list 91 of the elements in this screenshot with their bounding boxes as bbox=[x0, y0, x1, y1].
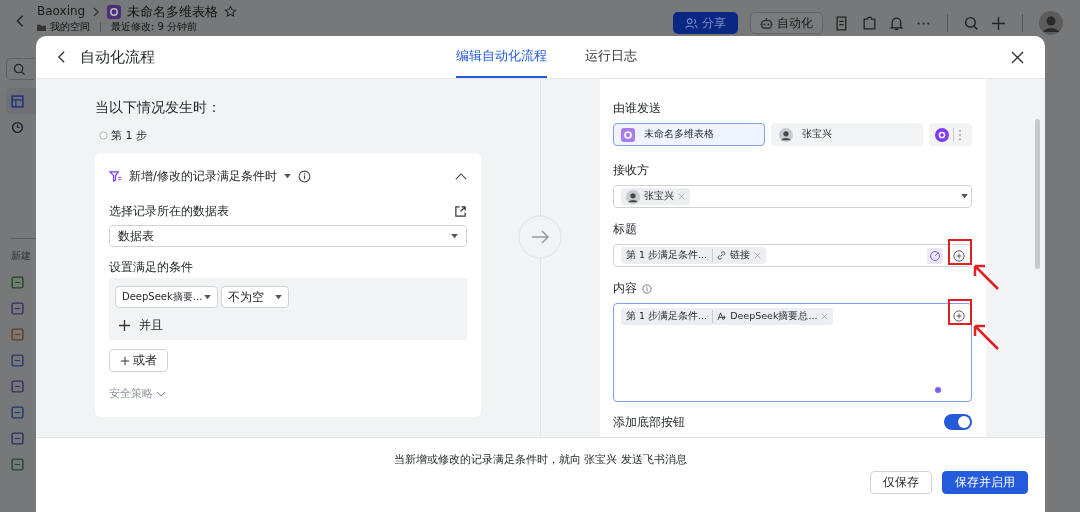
location-text: 我的空间 bbox=[50, 21, 90, 33]
back-icon[interactable] bbox=[57, 50, 66, 64]
field-label: 设置满足的条件 bbox=[109, 260, 193, 275]
recipient-tag: 张宝兴 bbox=[621, 188, 690, 205]
app-icon bbox=[621, 127, 635, 142]
template-icon[interactable] bbox=[11, 405, 24, 419]
sender-switcher[interactable] bbox=[929, 123, 972, 146]
field-label: 由谁发送 bbox=[613, 101, 661, 116]
more-icon bbox=[958, 128, 962, 141]
template-icon[interactable] bbox=[11, 379, 24, 393]
avatar bbox=[626, 189, 640, 204]
caret-down-icon bbox=[451, 233, 458, 239]
template-icon[interactable] bbox=[11, 353, 24, 367]
caret-down-icon bbox=[275, 294, 282, 300]
sender-option[interactable]: 未命名多维表格 bbox=[613, 123, 765, 146]
field-token: 第 1 步满足条件... DeepSeek摘要总... bbox=[621, 307, 834, 325]
table-icon bbox=[11, 94, 24, 108]
plus-icon bbox=[120, 355, 130, 366]
highlight-box bbox=[948, 239, 972, 265]
app-icon bbox=[107, 4, 122, 19]
field-label: 添加底部按钮 bbox=[613, 414, 685, 430]
close-icon[interactable] bbox=[1011, 50, 1024, 64]
link-icon bbox=[717, 251, 727, 260]
pointer-arrow bbox=[971, 262, 1001, 292]
section-label: 新建 bbox=[11, 249, 31, 263]
sidebar-item[interactable] bbox=[6, 88, 36, 114]
template-icon[interactable] bbox=[11, 327, 24, 341]
search-icon bbox=[13, 62, 26, 76]
template-icon[interactable] bbox=[11, 275, 24, 289]
table-select[interactable]: 数据表 bbox=[109, 225, 467, 247]
avatar bbox=[779, 127, 793, 142]
tab[interactable]: 运行日志 bbox=[585, 36, 637, 78]
template-icon[interactable] bbox=[11, 301, 24, 315]
document-title: 未命名多维表格 bbox=[127, 4, 219, 19]
palette-icon[interactable] bbox=[927, 247, 943, 264]
add-field-icon[interactable] bbox=[953, 310, 965, 322]
summary-text: 当新增或修改的记录满足条件时，就向 张宝兴 发送飞书消息 bbox=[394, 453, 687, 467]
recipient-select[interactable]: 张宝兴 bbox=[613, 185, 972, 208]
content-input[interactable]: 第 1 步满足条件... DeepSeek摘要总... bbox=[613, 303, 972, 402]
plus-icon bbox=[118, 319, 131, 332]
highlight-box bbox=[948, 299, 972, 325]
trigger-type[interactable]: 新增/修改的记录满足条件时 bbox=[129, 169, 277, 184]
automation-button[interactable]: 自动化 bbox=[750, 12, 823, 34]
save-and-enable-button[interactable]: 保存并启用 bbox=[942, 471, 1028, 494]
search-field[interactable] bbox=[6, 58, 34, 80]
folder-icon bbox=[37, 22, 46, 32]
sender-name: 张宝兴 bbox=[802, 128, 832, 141]
info-icon[interactable] bbox=[297, 170, 311, 183]
collapse-icon[interactable] bbox=[455, 173, 467, 180]
clock-icon bbox=[11, 120, 24, 134]
step-node-icon bbox=[99, 130, 108, 140]
condition-operator-select[interactable]: 不为空 bbox=[221, 286, 289, 308]
robot-icon bbox=[760, 16, 773, 30]
puzzle-icon[interactable] bbox=[862, 15, 877, 31]
app-icon bbox=[935, 127, 949, 142]
template-icon[interactable] bbox=[11, 457, 24, 471]
pointer-arrow bbox=[971, 322, 1001, 352]
scrollbar-thumb[interactable] bbox=[1035, 119, 1040, 269]
add-field-icon[interactable] bbox=[953, 249, 965, 262]
field-label: 内容 bbox=[613, 281, 637, 296]
plus-icon[interactable] bbox=[991, 15, 1006, 31]
avatar[interactable] bbox=[1039, 11, 1063, 35]
save-button[interactable]: 仅保存 bbox=[870, 471, 932, 494]
ai-text-icon bbox=[717, 311, 727, 321]
sender-option[interactable]: 张宝兴 bbox=[771, 123, 923, 146]
template-icon[interactable] bbox=[11, 431, 24, 445]
assistant-dot-icon bbox=[935, 387, 941, 393]
add-and-button[interactable]: 并且 bbox=[115, 318, 163, 333]
breadcrumb-link[interactable]: Baoxing bbox=[37, 4, 86, 19]
open-external-icon[interactable] bbox=[454, 205, 467, 218]
toggle-switch[interactable] bbox=[944, 414, 972, 430]
field-label: 接收方 bbox=[613, 163, 649, 178]
dialog-title: 自动化流程 bbox=[80, 47, 155, 67]
caret-down-icon bbox=[204, 294, 211, 300]
people-icon bbox=[685, 16, 698, 30]
bell-icon[interactable] bbox=[889, 15, 904, 31]
field-label: 选择记录所在的数据表 bbox=[109, 204, 229, 219]
caret-down-icon bbox=[961, 194, 968, 199]
sender-name: 未命名多维表格 bbox=[644, 128, 714, 141]
filter-icon bbox=[109, 170, 122, 183]
search-icon[interactable] bbox=[964, 15, 979, 31]
step-label: 第 1 步 bbox=[111, 127, 147, 143]
last-modified-text: 最近修改: 9 分钟前 bbox=[111, 21, 198, 33]
condition-field-select[interactable]: DeepSeek摘要... bbox=[115, 286, 218, 308]
star-icon[interactable] bbox=[224, 5, 238, 18]
section-heading: 当以下情况发生时： bbox=[95, 99, 222, 117]
field-token: 第 1 步满足条件... 链接 bbox=[621, 247, 767, 264]
caret-down-icon[interactable] bbox=[283, 174, 291, 179]
field-label: 标题 bbox=[613, 222, 637, 237]
add-or-button[interactable]: 或者 bbox=[109, 349, 168, 372]
share-button[interactable]: 分享 bbox=[673, 12, 738, 34]
